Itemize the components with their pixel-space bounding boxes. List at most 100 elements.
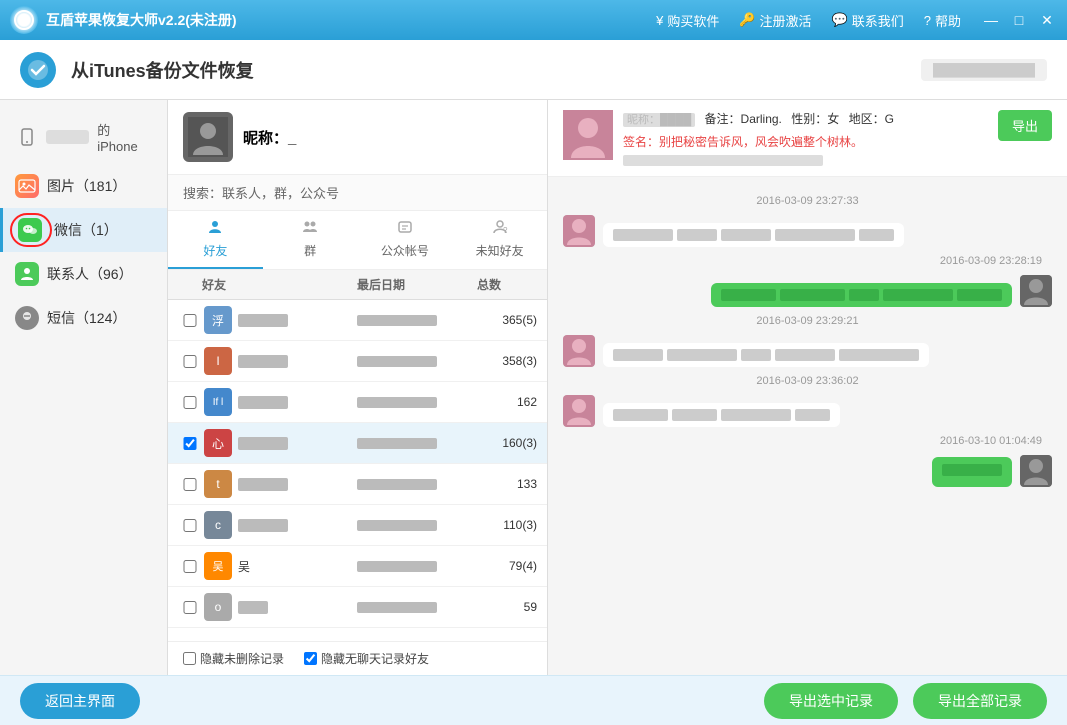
table-row[interactable]: I 358(3) xyxy=(168,341,547,382)
msg-row-0 xyxy=(563,215,1052,247)
sidebar-item-wechat[interactable]: 微信（1） xyxy=(0,208,167,252)
photos-label: 图片（181） xyxy=(47,176,126,196)
col-date: 最后日期 xyxy=(357,276,477,293)
unknown-tab-icon: ? xyxy=(492,219,508,240)
friend-count-3: 160(3) xyxy=(477,436,537,450)
chat-signature: 签名：别把秘密告诉风，风会吹遍整个树林。 xyxy=(623,133,988,152)
sidebar-item-photos[interactable]: 图片（181） xyxy=(0,164,167,208)
msg-avatar-left-3 xyxy=(563,395,595,427)
sidebar: ████ 的 iPhone 图片（181） xyxy=(0,100,168,675)
minimize-btn[interactable]: — xyxy=(981,10,1001,30)
hide-no-chat-label[interactable]: 隐藏无聊天记录好友 xyxy=(304,650,429,667)
tab-friends[interactable]: 好友 xyxy=(168,211,263,269)
friend-name-3 xyxy=(238,437,288,450)
title-bar: 互盾苹果恢复大师v2.2(未注册) ¥ 购买软件 🔑 注册激活 💬 联系我们 ?… xyxy=(0,0,1067,40)
row-checkbox-5[interactable] xyxy=(178,519,202,532)
chat-messages[interactable]: 2016-03-09 23:27:33 xyxy=(548,177,1067,675)
back-button[interactable]: 返回主界面 xyxy=(20,683,140,719)
chat-region: 地区：G xyxy=(849,112,894,126)
msg-row-4 xyxy=(563,455,1052,487)
table-row[interactable]: If l 162 xyxy=(168,382,547,423)
main-layout: ████ 的 iPhone 图片（181） xyxy=(0,100,1067,675)
friend-count-4: 133 xyxy=(477,477,537,491)
friend-date-6 xyxy=(357,561,437,572)
content-area: 昵称：_ 搜索：联系人，群，公众号 好友 xyxy=(168,100,1067,675)
tab-unknown[interactable]: ? 未知好友 xyxy=(452,211,547,269)
header: 从iTunes备份文件恢复 ████████████ xyxy=(0,40,1067,100)
friend-count-1: 358(3) xyxy=(477,354,537,368)
sms-icon xyxy=(15,306,39,330)
row-checkbox-4[interactable] xyxy=(178,478,202,491)
friend-date-4 xyxy=(357,479,437,490)
help-icon: ? xyxy=(924,13,931,28)
table-footer: 隐藏未删除记录 隐藏无聊天记录好友 xyxy=(168,641,547,675)
tab-groups-label: 群 xyxy=(304,242,316,259)
sidebar-item-sms[interactable]: 短信（124） xyxy=(0,296,167,340)
header-logo xyxy=(20,52,56,88)
friend-date-1 xyxy=(357,356,437,367)
friend-avatar-3: 心 xyxy=(204,429,232,457)
buy-software-btn[interactable]: ¥ 购买软件 xyxy=(656,11,719,30)
col-friend: 好友 xyxy=(202,276,357,293)
register-btn[interactable]: 🔑 注册激活 xyxy=(739,11,811,30)
friend-count-7: 59 xyxy=(477,600,537,614)
close-btn[interactable]: ✕ xyxy=(1037,10,1057,30)
row-checkbox-3[interactable] xyxy=(178,437,202,450)
sidebar-item-contacts[interactable]: 联系人（96） xyxy=(0,252,167,296)
contacts-label: 联系人（96） xyxy=(47,264,133,284)
search-bar: 搜索：联系人，群，公众号 xyxy=(168,175,547,211)
help-btn[interactable]: ? 帮助 xyxy=(924,11,961,30)
friend-name-5 xyxy=(238,519,288,532)
table-row[interactable]: 浮 365(5) xyxy=(168,300,547,341)
msg-timestamp-4: 2016-03-10 01:04:49 xyxy=(563,435,1052,447)
msg-bubble-0 xyxy=(603,223,904,247)
hide-not-deleted-label[interactable]: 隐藏未删除记录 xyxy=(183,650,284,667)
row-checkbox-6[interactable] xyxy=(178,560,202,573)
row-checkbox-2[interactable] xyxy=(178,396,202,409)
sidebar-item-iphone[interactable]: ████ 的 iPhone xyxy=(0,110,167,164)
msg-row-2 xyxy=(563,335,1052,367)
export-all-button[interactable]: 导出全部记录 xyxy=(913,683,1047,719)
tab-public[interactable]: 公众帐号 xyxy=(358,211,453,269)
table-row[interactable]: t 133 xyxy=(168,464,547,505)
table-row[interactable]: o 59 xyxy=(168,587,547,628)
chat-panel: 昵称：████ 备注：Darling. 性别：女 地区：G 签名：别把秘密告诉风… xyxy=(548,100,1067,675)
friend-count-2: 162 xyxy=(477,395,537,409)
friend-date-7 xyxy=(357,602,437,613)
msg-timestamp-0: 2016-03-09 23:27:33 xyxy=(563,195,1052,207)
friend-avatar-2: If l xyxy=(204,388,232,416)
wechat-icon xyxy=(18,218,42,242)
photo-icon xyxy=(15,174,39,198)
friends-panel: 昵称：_ 搜索：联系人，群，公众号 好友 xyxy=(168,100,548,675)
row-checkbox-1[interactable] xyxy=(178,355,202,368)
tab-groups[interactable]: 群 xyxy=(263,211,358,269)
page-title: 从iTunes备份文件恢复 xyxy=(71,57,921,83)
friend-name-1 xyxy=(238,355,288,368)
phone-icon xyxy=(15,125,38,149)
col-count: 总数 xyxy=(477,276,537,293)
hide-not-deleted-checkbox[interactable] xyxy=(183,652,196,665)
chat-profile-info: 昵称：████ 备注：Darling. 性别：女 地区：G 签名：别把秘密告诉风… xyxy=(623,110,988,166)
contact-us-btn[interactable]: 💬 联系我们 xyxy=(832,11,904,30)
hide-no-chat-checkbox[interactable] xyxy=(304,652,317,665)
public-tab-icon xyxy=(397,219,413,240)
chat-export-button[interactable]: 导出 xyxy=(998,110,1052,141)
table-row[interactable]: 吴 吴 79(4) xyxy=(168,546,547,587)
sms-label: 短信（124） xyxy=(47,308,126,328)
chat-remark: 备注：Darling. xyxy=(705,112,782,126)
row-checkbox-0[interactable] xyxy=(178,314,202,327)
bottom-bar: 返回主界面 导出选中记录 导出全部记录 xyxy=(0,675,1067,725)
table-row[interactable]: c 110(3) xyxy=(168,505,547,546)
groups-tab-icon xyxy=(302,219,318,240)
export-selected-button[interactable]: 导出选中记录 xyxy=(764,683,898,719)
friend-name-0 xyxy=(238,314,288,327)
msg-timestamp-1: 2016-03-09 23:28:19 xyxy=(563,255,1052,267)
friend-date-2 xyxy=(357,397,437,408)
maximize-btn[interactable]: □ xyxy=(1009,10,1029,30)
msg-bubble-3 xyxy=(603,403,840,427)
table-row[interactable]: 心 160(3) xyxy=(168,423,547,464)
buy-icon: ¥ xyxy=(656,13,663,28)
key-icon: 🔑 xyxy=(739,12,755,28)
row-checkbox-7[interactable] xyxy=(178,601,202,614)
tab-unknown-label: 未知好友 xyxy=(476,242,524,259)
